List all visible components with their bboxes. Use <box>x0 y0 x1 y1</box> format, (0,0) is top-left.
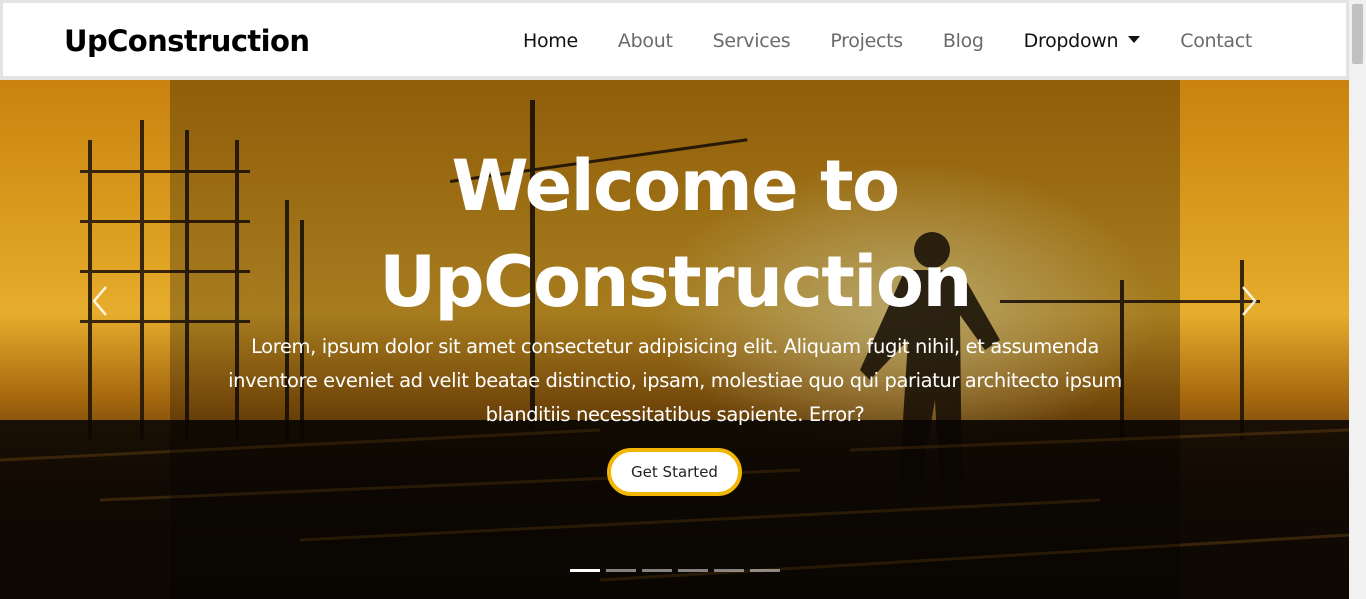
carousel-next-button[interactable] <box>1233 283 1263 319</box>
carousel-indicator-4[interactable] <box>678 569 708 572</box>
nav-about[interactable]: About <box>618 30 673 52</box>
nav-services[interactable]: Services <box>713 30 791 52</box>
page-scrollbar[interactable] <box>1349 0 1366 599</box>
nav-contact[interactable]: Contact <box>1180 30 1252 52</box>
hero-title-line1: Welcome to <box>451 145 900 227</box>
carousel-indicators <box>570 569 780 572</box>
site-header: UpConstruction Home About Services Proje… <box>0 0 1349 80</box>
nav-blog[interactable]: Blog <box>943 30 984 52</box>
nav-dropdown-label: Dropdown <box>1023 30 1119 52</box>
carousel-indicator-5[interactable] <box>714 569 744 572</box>
nav-projects[interactable]: Projects <box>830 30 903 52</box>
scrollbar-thumb[interactable] <box>1352 4 1363 64</box>
main-nav: Home About Services Projects Blog Dropdo… <box>523 30 1292 52</box>
site-logo[interactable]: UpConstruction <box>64 24 310 58</box>
carousel-indicator-6[interactable] <box>750 569 780 572</box>
chevron-left-icon <box>92 286 107 316</box>
hero-title-line2: UpConstruction <box>379 241 972 323</box>
carousel-prev-button[interactable] <box>86 283 116 319</box>
caret-down-icon <box>1128 36 1141 43</box>
hero-title: Welcome to UpConstruction <box>170 138 1180 330</box>
chevron-right-icon <box>1242 286 1257 316</box>
carousel-indicator-1[interactable] <box>570 569 600 572</box>
nav-dropdown[interactable]: Dropdown <box>1024 30 1141 52</box>
nav-home[interactable]: Home <box>523 30 578 52</box>
carousel-indicator-3[interactable] <box>642 569 672 572</box>
hero-carousel: Welcome to UpConstruction Lorem, ipsum d… <box>0 80 1349 599</box>
get-started-button[interactable]: Get Started <box>607 448 742 496</box>
carousel-indicator-2[interactable] <box>606 569 636 572</box>
hero-description: Lorem, ipsum dolor sit amet consectetur … <box>228 335 1122 426</box>
